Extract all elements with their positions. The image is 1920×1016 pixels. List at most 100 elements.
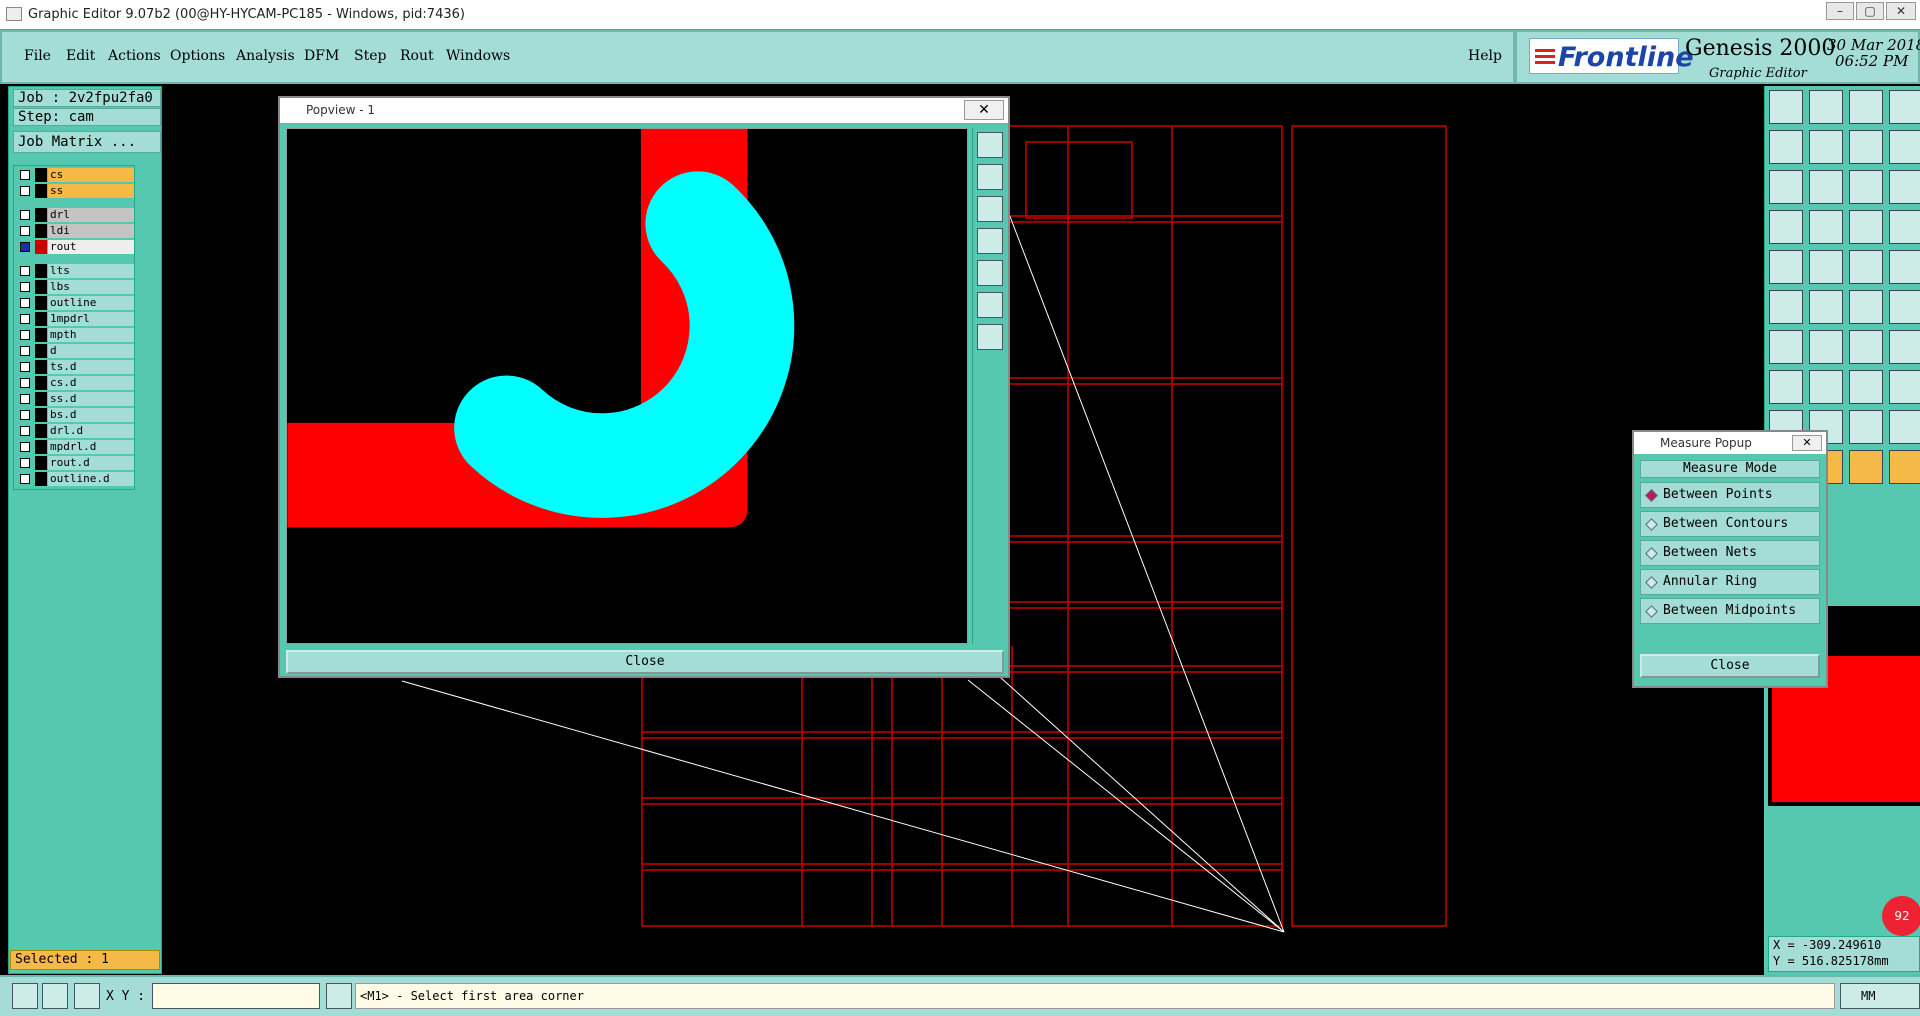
layer-row-drl[interactable]: drl xyxy=(16,208,134,222)
intersect-icon[interactable] xyxy=(1809,290,1843,324)
copy-icon[interactable] xyxy=(1769,370,1803,404)
layer-row-ss-d[interactable]: ss.d xyxy=(16,392,134,406)
ruler-icon[interactable] xyxy=(1849,250,1883,284)
layer-color-swatch[interactable] xyxy=(35,328,47,342)
move-right-icon[interactable] xyxy=(1809,130,1843,164)
layer-color-swatch[interactable] xyxy=(35,408,47,422)
layer-row-cs-d[interactable]: cs.d xyxy=(16,376,134,390)
layer-checkbox[interactable] xyxy=(20,426,30,436)
path-icon[interactable] xyxy=(1889,450,1920,484)
layer-checkbox[interactable] xyxy=(20,282,30,292)
zoom-in-icon[interactable] xyxy=(977,292,1003,318)
layer-checkbox[interactable] xyxy=(20,266,30,276)
layer-checkbox[interactable] xyxy=(20,458,30,468)
layer-color-swatch[interactable] xyxy=(35,440,47,454)
layer-color-swatch[interactable] xyxy=(35,208,47,222)
layer-checkbox[interactable] xyxy=(20,170,30,180)
resize-icon[interactable] xyxy=(1849,370,1883,404)
cursor-select-icon[interactable] xyxy=(1849,450,1883,484)
menu-help[interactable]: Help xyxy=(1468,48,1502,64)
measure-option-between-midpoints[interactable]: Between Midpoints xyxy=(1640,598,1820,624)
menu-windows[interactable]: Windows xyxy=(446,48,510,64)
layer-color-swatch[interactable] xyxy=(35,344,47,358)
measure-option-between-points[interactable]: Between Points xyxy=(1640,482,1820,508)
layer-checkbox[interactable] xyxy=(20,210,30,220)
menu-step[interactable]: Step xyxy=(354,48,386,64)
layer-color-swatch[interactable] xyxy=(35,456,47,470)
pad-icon[interactable] xyxy=(1809,210,1843,244)
layer-row-outline[interactable]: outline xyxy=(16,296,134,310)
layer-row-lbs[interactable]: lbs xyxy=(16,280,134,294)
diag-icon[interactable] xyxy=(1809,330,1843,364)
layer-color-swatch[interactable] xyxy=(35,264,47,278)
measure-close-button[interactable]: Close xyxy=(1640,654,1820,678)
panel-icon[interactable] xyxy=(1889,90,1920,124)
layer-checkbox[interactable] xyxy=(20,346,30,356)
layer-checkbox[interactable] xyxy=(20,186,30,196)
layer-checkbox[interactable] xyxy=(20,242,30,252)
menu-actions[interactable]: Actions xyxy=(108,48,161,64)
units-selector[interactable]: MM xyxy=(1840,983,1920,1009)
job-matrix-button[interactable]: Job Matrix ... xyxy=(13,131,161,153)
help-icon[interactable] xyxy=(1889,170,1920,204)
ratio-icon[interactable] xyxy=(1849,170,1883,204)
menu-options[interactable]: Options xyxy=(170,48,225,64)
menu-analysis[interactable]: Analysis xyxy=(236,48,295,64)
angle-icon[interactable] xyxy=(1769,330,1803,364)
arc-icon[interactable] xyxy=(1849,330,1883,364)
popview-canvas[interactable] xyxy=(286,128,968,644)
layer-color-swatch[interactable] xyxy=(35,168,47,182)
measure-option-between-nets[interactable]: Between Nets xyxy=(1640,540,1820,566)
layer-color-swatch[interactable] xyxy=(35,312,47,326)
popview-close-x[interactable]: ✕ xyxy=(964,100,1004,120)
close-window-button[interactable]: ✕ xyxy=(1886,2,1916,20)
edge-icon[interactable] xyxy=(1849,290,1883,324)
feature-icon[interactable] xyxy=(1769,250,1803,284)
menu-dfm[interactable]: DFM xyxy=(304,48,339,64)
layer-checkbox[interactable] xyxy=(20,378,30,388)
layer-checkbox[interactable] xyxy=(20,226,30,236)
minimize-button[interactable]: – xyxy=(1826,2,1854,20)
layer-checkbox[interactable] xyxy=(20,314,30,324)
layer-row-rout[interactable]: rout xyxy=(16,240,134,254)
layer-row-outline-d[interactable]: outline.d xyxy=(16,472,134,486)
arch-icon[interactable] xyxy=(1849,410,1883,444)
zoom-down-icon[interactable] xyxy=(1809,90,1843,124)
window-icon[interactable] xyxy=(1889,130,1920,164)
measure-close-x[interactable]: ✕ xyxy=(1792,435,1822,451)
menu-rout[interactable]: Rout xyxy=(400,48,434,64)
home-icon[interactable] xyxy=(1849,90,1883,124)
layer-row-d[interactable]: d xyxy=(16,344,134,358)
layer-color-swatch[interactable] xyxy=(35,424,47,438)
line-icon[interactable] xyxy=(1809,370,1843,404)
notification-badge[interactable]: 92 xyxy=(1882,896,1920,936)
layer-color-swatch[interactable] xyxy=(35,224,47,238)
xy-input[interactable] xyxy=(152,983,320,1009)
layer-row-mpth[interactable]: mpth xyxy=(16,328,134,342)
layer-row-rout-d[interactable]: rout.d xyxy=(16,456,134,470)
measure-tool-icon[interactable] xyxy=(42,983,68,1009)
menu-file[interactable]: File xyxy=(24,48,51,64)
drill-icon[interactable] xyxy=(1889,210,1920,244)
maximize-button[interactable]: ▢ xyxy=(1856,2,1884,20)
info-icon[interactable] xyxy=(326,983,352,1009)
layer-checkbox[interactable] xyxy=(20,410,30,420)
layer-checkbox[interactable] xyxy=(20,394,30,404)
zoom-out-icon[interactable] xyxy=(977,324,1003,350)
select-box-icon[interactable] xyxy=(1809,250,1843,284)
layer-row-1mpdrl[interactable]: 1mpdrl xyxy=(16,312,134,326)
popview-close-button[interactable]: Close xyxy=(286,650,1004,674)
layer-row-drl-d[interactable]: drl.d xyxy=(16,424,134,438)
line-end-icon[interactable] xyxy=(1889,290,1920,324)
layer-color-swatch[interactable] xyxy=(35,240,47,254)
grid-tool-icon[interactable] xyxy=(74,983,100,1009)
layer-color-swatch[interactable] xyxy=(35,296,47,310)
circle-icon[interactable] xyxy=(1889,250,1920,284)
split-icon[interactable] xyxy=(1889,330,1920,364)
layer-color-swatch[interactable] xyxy=(35,376,47,390)
layer-color-swatch[interactable] xyxy=(35,360,47,374)
node-icon[interactable] xyxy=(1769,290,1803,324)
zoom-fit-icon[interactable] xyxy=(977,132,1003,158)
fit-icon[interactable] xyxy=(1769,170,1803,204)
layer-row-cs[interactable]: cs xyxy=(16,168,134,182)
